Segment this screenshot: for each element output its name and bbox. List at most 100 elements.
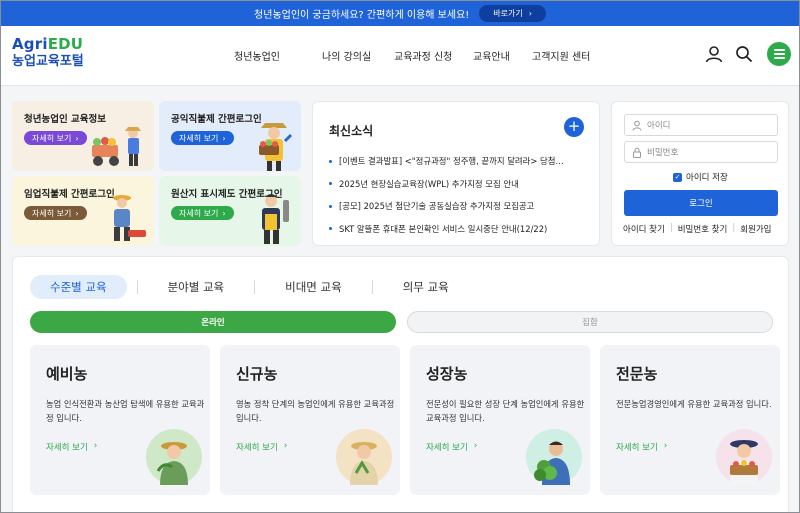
card-title: 성장농 — [426, 365, 468, 383]
card-more-label: 자세히 보기 — [236, 443, 278, 453]
tile-young-farmer-info[interactable]: 청년농업인 교육정보 자세히 보기 › — [12, 101, 154, 171]
tile-button-label: 자세히 보기 — [179, 133, 219, 143]
card-description: 농업 인식전환과 농산업 탐색에 유용한 교육과정 입니다. — [46, 399, 205, 423]
card-description: 전문농업경영인에게 유용한 교육과정 입니다. — [616, 399, 772, 409]
tile-origin-label-login[interactable]: 원산지 표시제도 간편로그인 자세히 보기 › — [159, 176, 301, 246]
link-divider: | — [732, 223, 736, 233]
login-panel: 아이디 비밀번호 ✓ 아이디 저장 로그인 아이디 찾기 | 비밀번호 찾기 |… — [611, 101, 789, 246]
news-item-text: SKT 알뜰폰 휴대폰 본인확인 서비스 일시중단 안내(12/22) — [339, 223, 548, 234]
tab-divider — [254, 280, 256, 294]
course-tabs: 수준별 교육 분야별 교육 비대면 교육 의무 교육 — [30, 275, 469, 299]
link-divider: | — [669, 223, 673, 233]
card-more-label: 자세히 보기 — [616, 443, 658, 453]
chevron-right-icon: › — [93, 441, 98, 451]
inspector-illustration — [262, 194, 289, 244]
chevron-right-icon: › — [663, 441, 668, 451]
password-input[interactable]: 비밀번호 — [624, 141, 778, 163]
tile-button-label: 자세히 보기 — [32, 208, 72, 218]
chevron-right-icon: › — [222, 133, 226, 143]
tab-level-education[interactable]: 수준별 교육 — [30, 275, 127, 299]
chevron-right-icon: › — [283, 441, 288, 451]
farmer-avatar-image — [526, 429, 582, 485]
tile-forestry-payment-login[interactable]: 임업직불제 간편로그인 자세히 보기 › — [12, 176, 154, 246]
nav-item-education-guide[interactable]: 교육안내 — [473, 48, 510, 63]
nav-item-customer-support[interactable]: 고객지원 센터 — [532, 48, 590, 63]
tile-detail-button[interactable]: 자세히 보기 › — [171, 131, 234, 145]
banner-shortcut-button[interactable]: 바로가기 › — [479, 5, 546, 22]
login-links: 아이디 찾기 | 비밀번호 찾기 | 회원가입 — [623, 223, 771, 235]
signup-link[interactable]: 회원가입 — [740, 223, 771, 235]
farmer-avatar-image — [336, 429, 392, 485]
tile-title: 공익직불제 간편로그인 — [171, 114, 262, 125]
farmer-cart-illustration — [92, 127, 141, 166]
user-icon — [632, 120, 642, 131]
card-more-link[interactable]: 자세히 보기 › — [236, 441, 287, 453]
login-button[interactable]: 로그인 — [624, 190, 778, 216]
chevron-right-icon: › — [473, 441, 478, 451]
card-more-link[interactable]: 자세히 보기 › — [426, 441, 477, 453]
user-icon[interactable] — [703, 43, 725, 65]
chevron-right-icon: › — [75, 133, 79, 143]
logo-edu: EDU — [47, 35, 84, 53]
course-card-new[interactable]: 신규농 영농 정착 단계의 농업인에게 유용한 교육과정 입니다. 자세히 보기… — [220, 345, 400, 495]
banner-text: 청년농업인이 궁금하세요? 간편하게 이용해 보세요! — [254, 10, 470, 21]
save-id-checkbox[interactable]: ✓ 아이디 저장 — [673, 171, 728, 183]
checkmark-icon: ✓ — [673, 172, 682, 182]
site-logo[interactable]: AgriEDU 농업교육포털 — [12, 35, 84, 71]
farmer-basket-illustration — [259, 123, 293, 171]
logo-agri: Agri — [12, 35, 48, 53]
news-item[interactable]: 2025년 현장실습교육장(WPL) 추가지정 모집 안내 — [329, 173, 591, 196]
news-item[interactable]: [이벤트 결과발표] <"정규과정" 정주행, 끝까지 달려라> 당첨… — [329, 150, 591, 173]
banner-button-label: 바로가기 — [493, 9, 523, 18]
logo-subtitle: 농업교육포털 — [12, 54, 84, 69]
user-id-input[interactable]: 아이디 — [624, 114, 778, 136]
card-title: 신규농 — [236, 365, 278, 383]
site-header: AgriEDU 농업교육포털 청년농업인 나의 강의실 교육과정 신청 교육안내… — [1, 26, 799, 86]
top-banner: 청년농업인이 궁금하세요? 간편하게 이용해 보세요! 바로가기 › — [1, 1, 799, 26]
tile-button-label: 자세히 보기 — [32, 133, 72, 143]
farmer-avatar-image — [716, 429, 772, 485]
news-item[interactable]: [공모] 2025년 첨단기술 공동실습장 추가지정 모집공고 — [329, 195, 591, 218]
course-card-growing[interactable]: 성장농 전문성이 필요한 성장 단계 농업인에게 유용한 교육과정 입니다. 자… — [410, 345, 590, 495]
nav-item-course-apply[interactable]: 교육과정 신청 — [394, 48, 452, 63]
card-description: 전문성이 필요한 성장 단계 농업인에게 유용한 교육과정 입니다. — [426, 399, 585, 423]
tab-mandatory-education[interactable]: 의무 교육 — [383, 275, 469, 299]
find-password-link[interactable]: 비밀번호 찾기 — [678, 223, 728, 235]
nav-item-young-farmer[interactable]: 청년농업인 — [234, 48, 280, 63]
card-more-label: 자세히 보기 — [426, 443, 468, 453]
card-more-link[interactable]: 자세히 보기 › — [46, 441, 97, 453]
news-item-text: 2025년 현장실습교육장(WPL) 추가지정 모집 안내 — [339, 178, 519, 189]
tile-detail-button[interactable]: 자세히 보기 › — [171, 206, 234, 220]
news-item-text: [이벤트 결과발표] <"정규과정" 정주행, 끝까지 달려라> 당첨… — [339, 156, 564, 167]
nav-item-my-classroom[interactable]: 나의 강의실 — [322, 48, 371, 63]
tile-public-payment-login[interactable]: 공익직불제 간편로그인 자세히 보기 › — [159, 101, 301, 171]
password-placeholder: 비밀번호 — [647, 148, 679, 158]
course-section: 수준별 교육 분야별 교육 비대면 교육 의무 교육 온라인 집합 예비농 농업… — [12, 256, 789, 512]
tile-detail-button[interactable]: 자세히 보기 › — [24, 206, 87, 220]
find-id-link[interactable]: 아이디 찾기 — [623, 223, 665, 235]
course-card-prospective[interactable]: 예비농 농업 인식전환과 농산업 탐색에 유용한 교육과정 입니다. 자세히 보… — [30, 345, 210, 495]
page: 청년농업인이 궁금하세요? 간편하게 이용해 보세요! 바로가기 › AgriE… — [0, 0, 800, 513]
tile-button-label: 자세히 보기 — [179, 208, 219, 218]
lock-icon — [633, 147, 641, 158]
search-icon[interactable] — [733, 43, 755, 65]
news-more-button[interactable]: + — [564, 117, 584, 137]
mode-online-button[interactable]: 온라인 — [30, 311, 396, 333]
user-id-placeholder: 아이디 — [647, 121, 671, 131]
tab-online-education[interactable]: 비대면 교육 — [265, 275, 362, 299]
forester-illustration — [113, 195, 146, 241]
news-item[interactable]: SKT 알뜰폰 휴대폰 본인확인 서비스 일시중단 안내(12/22) — [329, 218, 591, 241]
card-title: 예비농 — [46, 365, 88, 383]
chevron-right-icon: › — [222, 208, 226, 218]
chevron-right-icon: › — [528, 9, 532, 18]
tile-detail-button[interactable]: 자세히 보기 › — [24, 131, 87, 145]
news-title: 최신소식 — [329, 124, 374, 138]
mode-offline-button[interactable]: 집합 — [407, 311, 773, 333]
card-more-link[interactable]: 자세히 보기 › — [616, 441, 667, 453]
chevron-right-icon: › — [75, 208, 79, 218]
menu-icon[interactable] — [767, 42, 791, 66]
card-title: 전문농 — [616, 365, 658, 383]
tab-field-education[interactable]: 분야별 교육 — [148, 275, 245, 299]
course-card-expert[interactable]: 전문농 전문농업경영인에게 유용한 교육과정 입니다. 자세히 보기 › — [600, 345, 780, 495]
card-more-label: 자세히 보기 — [46, 443, 88, 453]
